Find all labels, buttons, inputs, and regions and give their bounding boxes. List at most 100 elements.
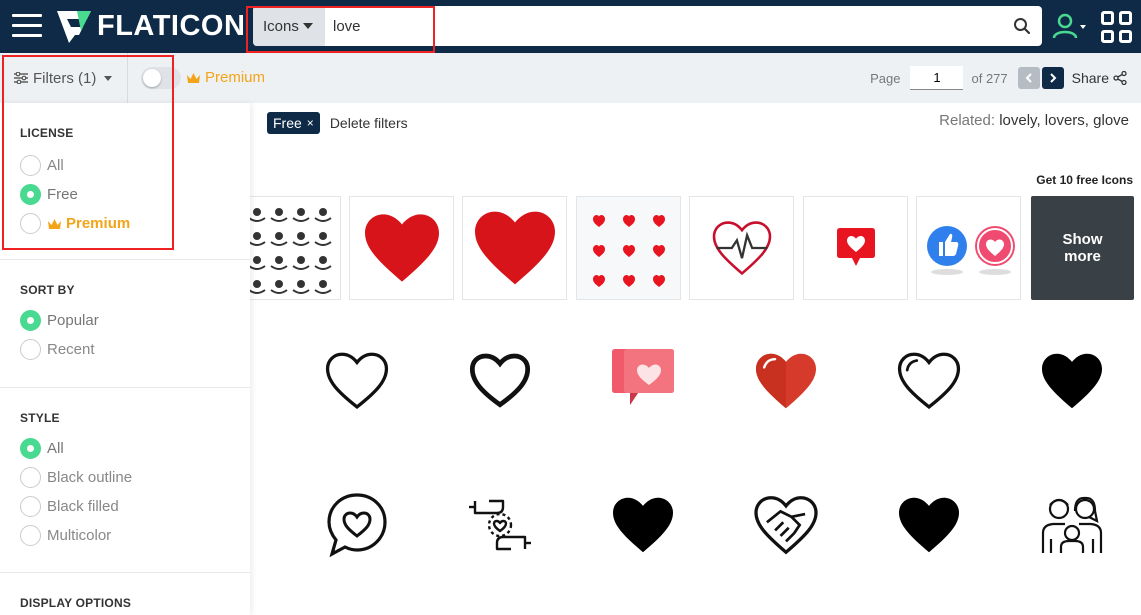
flaticon-logo[interactable]: FLATICON	[55, 9, 245, 43]
show-more-button[interactable]: Show more	[1031, 196, 1134, 300]
sort-option-recent[interactable]: Recent	[20, 335, 250, 364]
related-link-glove[interactable]: glove	[1093, 112, 1129, 129]
search-input[interactable]	[325, 7, 1002, 45]
menu-icon[interactable]	[12, 14, 42, 38]
share-icon	[1113, 71, 1127, 85]
prev-page-button[interactable]	[1017, 67, 1040, 89]
style-multicolor-label: Multicolor	[47, 527, 112, 544]
hands-heart-icon	[469, 499, 531, 551]
page-total: of 277	[971, 70, 1008, 86]
icon-heart-black-2[interactable]	[884, 480, 974, 570]
icon-family[interactable]	[1027, 480, 1117, 570]
search-type-label: Icons	[263, 17, 299, 35]
family-icon	[1041, 496, 1103, 553]
close-icon[interactable]: ×	[307, 116, 314, 130]
next-page-button[interactable]	[1041, 67, 1064, 89]
pack-card-like-love[interactable]	[916, 196, 1021, 300]
hearts-grid-icon	[592, 215, 665, 287]
toggle-knob	[143, 69, 161, 87]
license-title: LICENSE	[20, 126, 74, 140]
user-account-button[interactable]	[1052, 12, 1088, 40]
license-option-all[interactable]: All	[20, 151, 250, 180]
pack-card-big-heart[interactable]	[462, 196, 567, 300]
active-filters: Free × Delete filters	[267, 112, 408, 134]
icon-heart-outline-bold[interactable]	[455, 336, 545, 426]
icon-hands-heart[interactable]	[455, 480, 545, 570]
radio-button-selected[interactable]	[20, 438, 41, 459]
free-tag-label: Free	[273, 115, 302, 131]
filters-button[interactable]: Filters (1)	[0, 53, 128, 103]
get-free-icons-link[interactable]: Get 10 free Icons	[1036, 173, 1133, 187]
filters-panel: LICENSE All Free Premium SORT BY Popular…	[0, 103, 250, 615]
style-option-black-outline[interactable]: Black outline	[20, 463, 250, 492]
show-more-line2: more	[1064, 248, 1101, 265]
icon-heart-handshake[interactable]	[741, 480, 831, 570]
style-option-black-filled[interactable]: Black filled	[20, 492, 250, 521]
free-filter-tag[interactable]: Free ×	[267, 112, 320, 134]
icon-heart-outline[interactable]	[312, 336, 402, 426]
heart-filled-icon	[613, 497, 673, 553]
pack-card-hearts-grid[interactable]	[576, 196, 681, 300]
icon-heart-message[interactable]	[598, 336, 688, 426]
search-icon	[1014, 18, 1031, 35]
like-love-icon	[926, 226, 1015, 275]
heart-chat-icon	[612, 349, 674, 405]
delete-filters-link[interactable]: Delete filters	[330, 115, 408, 131]
caret-down-icon	[104, 75, 113, 81]
style-title: STYLE	[20, 411, 60, 425]
share-button[interactable]: Share	[1072, 70, 1127, 86]
icon-heart-chat-bubble[interactable]	[312, 480, 402, 570]
filters-label: Filters (1)	[33, 69, 97, 87]
pack-card-hands[interactable]	[236, 196, 341, 300]
icon-heart-filled[interactable]	[1027, 336, 1117, 426]
search-bar: Icons	[253, 6, 1042, 46]
radio-button[interactable]	[20, 496, 41, 517]
radio-button[interactable]	[20, 525, 41, 546]
heart-outline-icon	[897, 352, 961, 409]
flaticon-logo-icon	[57, 11, 91, 43]
search-type-dropdown[interactable]: Icons	[253, 6, 325, 46]
radio-button[interactable]	[20, 155, 41, 176]
icon-heart-shiny-red[interactable]	[741, 336, 831, 426]
heart-icon	[474, 211, 555, 285]
license-option-premium[interactable]: Premium	[20, 209, 250, 238]
icon-heart-black[interactable]	[598, 480, 688, 570]
sort-by-title: SORT BY	[20, 283, 75, 297]
filter-toolbar: Filters (1) Premium Page of 277 Share	[0, 53, 1141, 103]
heart-filled-icon	[1042, 353, 1102, 409]
heartbeat-icon	[712, 221, 771, 276]
radio-button-selected[interactable]	[20, 310, 41, 331]
style-option-all[interactable]: All	[20, 434, 250, 463]
license-premium-label: Premium	[66, 215, 131, 232]
radio-button[interactable]	[20, 213, 41, 234]
chevron-right-icon	[1049, 73, 1057, 83]
related-link-lovers[interactable]: lovers,	[1045, 112, 1089, 129]
related-label: Related:	[939, 112, 996, 129]
sort-option-popular[interactable]: Popular	[20, 306, 250, 335]
pack-card-heart-bubble[interactable]	[803, 196, 908, 300]
license-free-label: Free	[47, 186, 78, 203]
hands-pack-icon	[247, 208, 332, 294]
pack-card-heartbeat[interactable]	[689, 196, 794, 300]
pagination: Page of 277 Share	[870, 53, 1141, 103]
premium-toggle[interactable]	[141, 67, 181, 89]
radio-button-selected[interactable]	[20, 184, 41, 205]
display-options-title: DISPLAY OPTIONS	[20, 596, 132, 610]
user-icon	[1052, 13, 1086, 39]
search-button[interactable]	[1002, 6, 1042, 46]
show-more-line1: Show	[1062, 231, 1103, 248]
heart-filled-icon	[899, 497, 959, 553]
share-label: Share	[1071, 70, 1109, 86]
license-option-free[interactable]: Free	[20, 180, 250, 209]
sliders-icon	[14, 72, 28, 84]
pack-card-red-heart[interactable]	[349, 196, 454, 300]
style-option-multicolor[interactable]: Multicolor	[20, 521, 250, 550]
display-options-section: DISPLAY OPTIONS	[0, 573, 250, 610]
radio-button[interactable]	[20, 467, 41, 488]
related-link-lovely[interactable]: lovely,	[999, 112, 1040, 129]
icon-heart-outline-shine[interactable]	[884, 336, 974, 426]
sort-recent-label: Recent	[47, 341, 95, 358]
page-number-input[interactable]	[910, 66, 964, 90]
radio-button[interactable]	[20, 339, 41, 360]
apps-grid-icon[interactable]	[1101, 11, 1133, 43]
